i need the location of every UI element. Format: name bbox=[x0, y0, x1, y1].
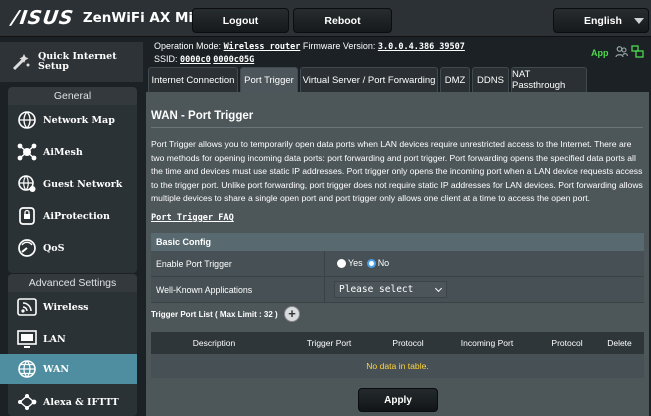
page-description: Port Trigger allows you to temporarily o… bbox=[151, 139, 643, 204]
divider bbox=[324, 277, 325, 303]
radio-no[interactable] bbox=[366, 258, 376, 268]
basic-config-header: Basic Config bbox=[151, 233, 644, 251]
ssid-label: SSID: bbox=[154, 54, 178, 64]
lan-icon bbox=[16, 328, 38, 350]
alexa-icon bbox=[16, 391, 38, 413]
wireless-icon bbox=[16, 296, 38, 318]
plus-icon: + bbox=[288, 306, 296, 321]
operation-mode-label: Operation Mode: bbox=[154, 41, 222, 51]
tab-internet-connection[interactable]: Internet Connection bbox=[148, 67, 238, 92]
sidebar-item-qos[interactable]: QoS bbox=[0, 232, 137, 264]
operation-mode-link[interactable]: Wireless router bbox=[224, 42, 301, 52]
faq-link[interactable]: Port Trigger FAQ bbox=[151, 213, 234, 223]
language-value: English bbox=[584, 14, 622, 27]
brand-logo-text: /ISUS bbox=[10, 7, 76, 29]
ssid-5g-link[interactable]: 0000c05G bbox=[213, 55, 254, 65]
advanced-section-title: Advanced Settings bbox=[8, 274, 137, 292]
aimesh-icon bbox=[16, 141, 38, 163]
well-known-apps-label: Well-Known Applications bbox=[156, 285, 253, 295]
divider bbox=[324, 251, 325, 277]
table-header: Description Trigger Port Protocol Incomi… bbox=[151, 332, 644, 354]
aiprotection-icon bbox=[16, 205, 38, 227]
col-protocol: Protocol bbox=[392, 338, 424, 348]
language-select[interactable]: English bbox=[553, 8, 649, 33]
sidebar-item-label: QoS bbox=[43, 242, 65, 254]
sidebar-item-label: AiProtection bbox=[43, 210, 110, 222]
tab-bar: Internet Connection Port Trigger Virtual… bbox=[148, 67, 589, 92]
ssid-2g-link[interactable]: 0000c0 bbox=[180, 55, 211, 65]
sidebar-item-lan[interactable]: LAN bbox=[0, 323, 137, 355]
sidebar-item-network-map[interactable]: Network Map bbox=[0, 104, 137, 136]
tab-ddns[interactable]: DDNS bbox=[472, 67, 509, 92]
col-protocol-2: Protocol bbox=[551, 338, 583, 348]
sidebar-item-wireless[interactable]: Wireless bbox=[0, 291, 137, 323]
enable-port-trigger-label: Enable Port Trigger bbox=[156, 259, 232, 269]
wizard-icon bbox=[10, 51, 32, 73]
apply-button[interactable]: Apply bbox=[358, 388, 438, 412]
tab-virtual-server[interactable]: Virtual Server / Port Forwarding bbox=[300, 67, 438, 92]
firmware-label: Firmware Version: bbox=[302, 41, 376, 51]
tab-dmz[interactable]: DMZ bbox=[440, 67, 470, 92]
sidebar-item-label: WAN bbox=[43, 363, 70, 375]
network-map-icon bbox=[16, 109, 38, 131]
col-description: Description bbox=[192, 338, 236, 348]
top-bar: /ISUS ZenWiFi AX Mini Logout Reboot Engl… bbox=[0, 0, 651, 37]
network-status-icon[interactable] bbox=[631, 45, 644, 61]
sidebar-item-aimesh[interactable]: AiMesh bbox=[0, 136, 137, 168]
users-icon[interactable] bbox=[615, 45, 629, 61]
col-incoming-port: Incoming Port bbox=[460, 338, 514, 348]
app-link[interactable]: App bbox=[591, 47, 609, 59]
col-trigger-port: Trigger Port bbox=[306, 338, 352, 348]
enable-port-trigger-row: Enable Port Trigger Yes No bbox=[151, 251, 644, 277]
page-title: WAN - Port Trigger bbox=[151, 110, 254, 122]
well-known-apps-row: Well-Known Applications Please select bbox=[151, 277, 644, 303]
sidebar-item-label: Wireless bbox=[43, 301, 89, 313]
radio-yes[interactable] bbox=[337, 258, 346, 268]
sidebar-item-label: AiMesh bbox=[43, 146, 83, 158]
status-bar: Operation Mode: Wireless router Firmware… bbox=[148, 38, 651, 66]
quick-setup-label: Quick Internet Setup bbox=[38, 51, 117, 72]
chevron-down-icon bbox=[634, 18, 644, 24]
trigger-port-list-title: Trigger Port List ( Max Limit : 32 ) bbox=[151, 310, 278, 319]
sidebar-item-label: Network Map bbox=[43, 114, 115, 126]
asus-logo: /ISUS ZenWiFi AX Mini bbox=[10, 7, 208, 29]
guest-network-icon bbox=[16, 173, 38, 195]
quick-internet-setup[interactable]: Quick Internet Setup bbox=[0, 42, 143, 82]
tab-port-trigger[interactable]: Port Trigger bbox=[240, 67, 298, 92]
reboot-button[interactable]: Reboot bbox=[293, 8, 392, 33]
sidebar-item-label: Alexa & IFTTT bbox=[43, 396, 119, 408]
qos-icon bbox=[16, 237, 38, 259]
sidebar-item-label: LAN bbox=[43, 333, 66, 345]
empty-table-message: No data in table. bbox=[151, 354, 644, 378]
sidebar-item-guest-network[interactable]: Guest Network bbox=[0, 168, 137, 200]
add-rule-button[interactable]: + bbox=[284, 306, 300, 322]
content-panel: WAN - Port Trigger Port Trigger allows y… bbox=[146, 92, 649, 416]
sidebar-item-wan[interactable]: WAN bbox=[0, 354, 137, 384]
sidebar: Quick Internet Setup General Network Map… bbox=[0, 38, 143, 416]
radio-no-label[interactable]: No bbox=[378, 258, 390, 268]
enable-radio-group: Yes No bbox=[337, 258, 389, 268]
sidebar-item-alexa-ifttt[interactable]: Alexa & IFTTT bbox=[0, 386, 137, 416]
sidebar-item-label: Guest Network bbox=[43, 178, 123, 190]
chevron-down-icon bbox=[434, 284, 443, 293]
tab-nat-passthrough[interactable]: NAT Passthrough bbox=[511, 67, 587, 92]
well-known-apps-select[interactable]: Please select bbox=[334, 281, 447, 298]
general-section-title: General bbox=[8, 87, 137, 105]
col-delete: Delete bbox=[607, 338, 632, 348]
router-model: ZenWiFi AX Mini bbox=[82, 10, 208, 26]
divider bbox=[151, 127, 643, 128]
firmware-link[interactable]: 3.0.0.4.386_39507 bbox=[378, 42, 465, 52]
sidebar-item-aiprotection[interactable]: AiProtection bbox=[0, 200, 137, 232]
radio-yes-label[interactable]: Yes bbox=[348, 258, 363, 268]
wan-icon bbox=[16, 358, 38, 380]
logout-button[interactable]: Logout bbox=[192, 8, 289, 33]
select-value: Please select bbox=[339, 284, 414, 295]
